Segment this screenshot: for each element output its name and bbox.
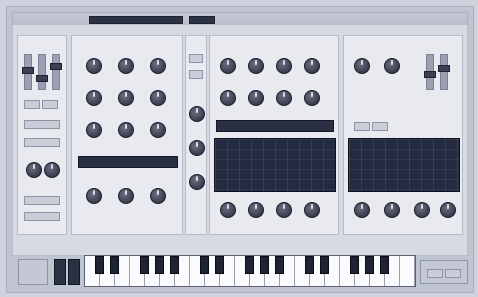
mod-slider-1-cap[interactable] <box>424 71 436 78</box>
black-key[interactable] <box>260 256 269 274</box>
filter-knob-4[interactable] <box>304 58 320 74</box>
left-slider-1-cap[interactable] <box>22 67 34 74</box>
left-knob-2[interactable] <box>44 162 60 178</box>
left-knob-1[interactable] <box>26 162 42 178</box>
mod-button-2[interactable] <box>372 122 388 131</box>
left-slider-3-cap[interactable] <box>50 63 62 70</box>
black-key[interactable] <box>380 256 389 274</box>
filter-knob-11[interactable] <box>276 202 292 218</box>
mid-knob-1[interactable] <box>189 106 205 122</box>
filter-knob-2[interactable] <box>248 58 264 74</box>
black-key[interactable] <box>110 256 119 274</box>
mod-slider-2-cap[interactable] <box>438 65 450 72</box>
black-key[interactable] <box>245 256 254 274</box>
osc-knob-3[interactable] <box>150 58 166 74</box>
osc-knob-12[interactable] <box>150 188 166 204</box>
left-selector-2[interactable] <box>24 138 60 147</box>
osc-knob-9[interactable] <box>150 122 166 138</box>
mod-knob-2[interactable] <box>384 58 400 74</box>
preset-lcd-2[interactable] <box>189 16 215 24</box>
left-selector-4[interactable] <box>24 212 60 221</box>
mod-display-grid <box>349 139 459 191</box>
filter-knob-5[interactable] <box>220 90 236 106</box>
oscillator-section <box>71 35 183 235</box>
mod-knob-3[interactable] <box>354 202 370 218</box>
mid-knob-2[interactable] <box>189 140 205 156</box>
black-key[interactable] <box>305 256 314 274</box>
black-key[interactable] <box>320 256 329 274</box>
osc-bar[interactable] <box>78 156 178 168</box>
mod-display <box>348 138 460 192</box>
synth-window <box>0 0 478 297</box>
mod-wheel[interactable] <box>68 259 80 285</box>
osc-knob-10[interactable] <box>86 188 102 204</box>
middle-mini-section <box>185 35 207 235</box>
osc-knob-5[interactable] <box>118 90 134 106</box>
right-bottom-button-1[interactable] <box>427 269 443 278</box>
left-controls-section <box>17 35 67 235</box>
mod-knob-5[interactable] <box>414 202 430 218</box>
filter-knob-3[interactable] <box>276 58 292 74</box>
black-key[interactable] <box>170 256 179 274</box>
osc-knob-11[interactable] <box>118 188 134 204</box>
black-key[interactable] <box>365 256 374 274</box>
filter-bar[interactable] <box>216 120 334 132</box>
black-key[interactable] <box>155 256 164 274</box>
osc-knob-8[interactable] <box>118 122 134 138</box>
filter-knob-7[interactable] <box>276 90 292 106</box>
left-selector-3[interactable] <box>24 196 60 205</box>
osc-knob-4[interactable] <box>86 90 102 106</box>
black-key[interactable] <box>95 256 104 274</box>
black-key[interactable] <box>140 256 149 274</box>
left-selector[interactable] <box>24 120 60 129</box>
preset-lcd-1[interactable] <box>89 16 183 24</box>
mod-section <box>343 35 463 235</box>
filter-display <box>214 138 336 192</box>
white-key[interactable] <box>400 256 415 286</box>
left-button-2[interactable] <box>42 100 58 109</box>
filter-section <box>209 35 339 235</box>
synth-panel <box>12 24 468 256</box>
osc-knob-6[interactable] <box>150 90 166 106</box>
osc-knob-1[interactable] <box>86 58 102 74</box>
filter-knob-8[interactable] <box>304 90 320 106</box>
osc-knob-2[interactable] <box>118 58 134 74</box>
filter-display-grid <box>215 139 335 191</box>
pitch-mod-box <box>18 259 48 285</box>
black-key[interactable] <box>350 256 359 274</box>
left-slider-1[interactable] <box>22 54 34 90</box>
filter-knob-10[interactable] <box>248 202 264 218</box>
left-slider-2[interactable] <box>36 54 48 90</box>
pitch-wheel[interactable] <box>54 259 66 285</box>
left-slider-2-cap[interactable] <box>36 75 48 82</box>
filter-knob-9[interactable] <box>220 202 236 218</box>
mid-knob-3[interactable] <box>189 174 205 190</box>
mod-slider-1[interactable] <box>424 54 436 90</box>
black-key[interactable] <box>200 256 209 274</box>
left-button-1[interactable] <box>24 100 40 109</box>
filter-knob-12[interactable] <box>304 202 320 218</box>
left-slider-3[interactable] <box>50 54 62 90</box>
black-key[interactable] <box>215 256 224 274</box>
filter-knob-1[interactable] <box>220 58 236 74</box>
mod-knob-6[interactable] <box>440 202 456 218</box>
right-bottom-panel <box>420 260 468 284</box>
right-bottom-button-2[interactable] <box>445 269 461 278</box>
mod-slider-2[interactable] <box>438 54 450 90</box>
mod-knob-1[interactable] <box>354 58 370 74</box>
mid-button-1[interactable] <box>189 54 203 63</box>
mod-knob-4[interactable] <box>384 202 400 218</box>
filter-knob-6[interactable] <box>248 90 264 106</box>
black-key[interactable] <box>275 256 284 274</box>
mod-button-1[interactable] <box>354 122 370 131</box>
osc-knob-7[interactable] <box>86 122 102 138</box>
mid-button-2[interactable] <box>189 70 203 79</box>
piano-keyboard[interactable] <box>84 255 416 287</box>
